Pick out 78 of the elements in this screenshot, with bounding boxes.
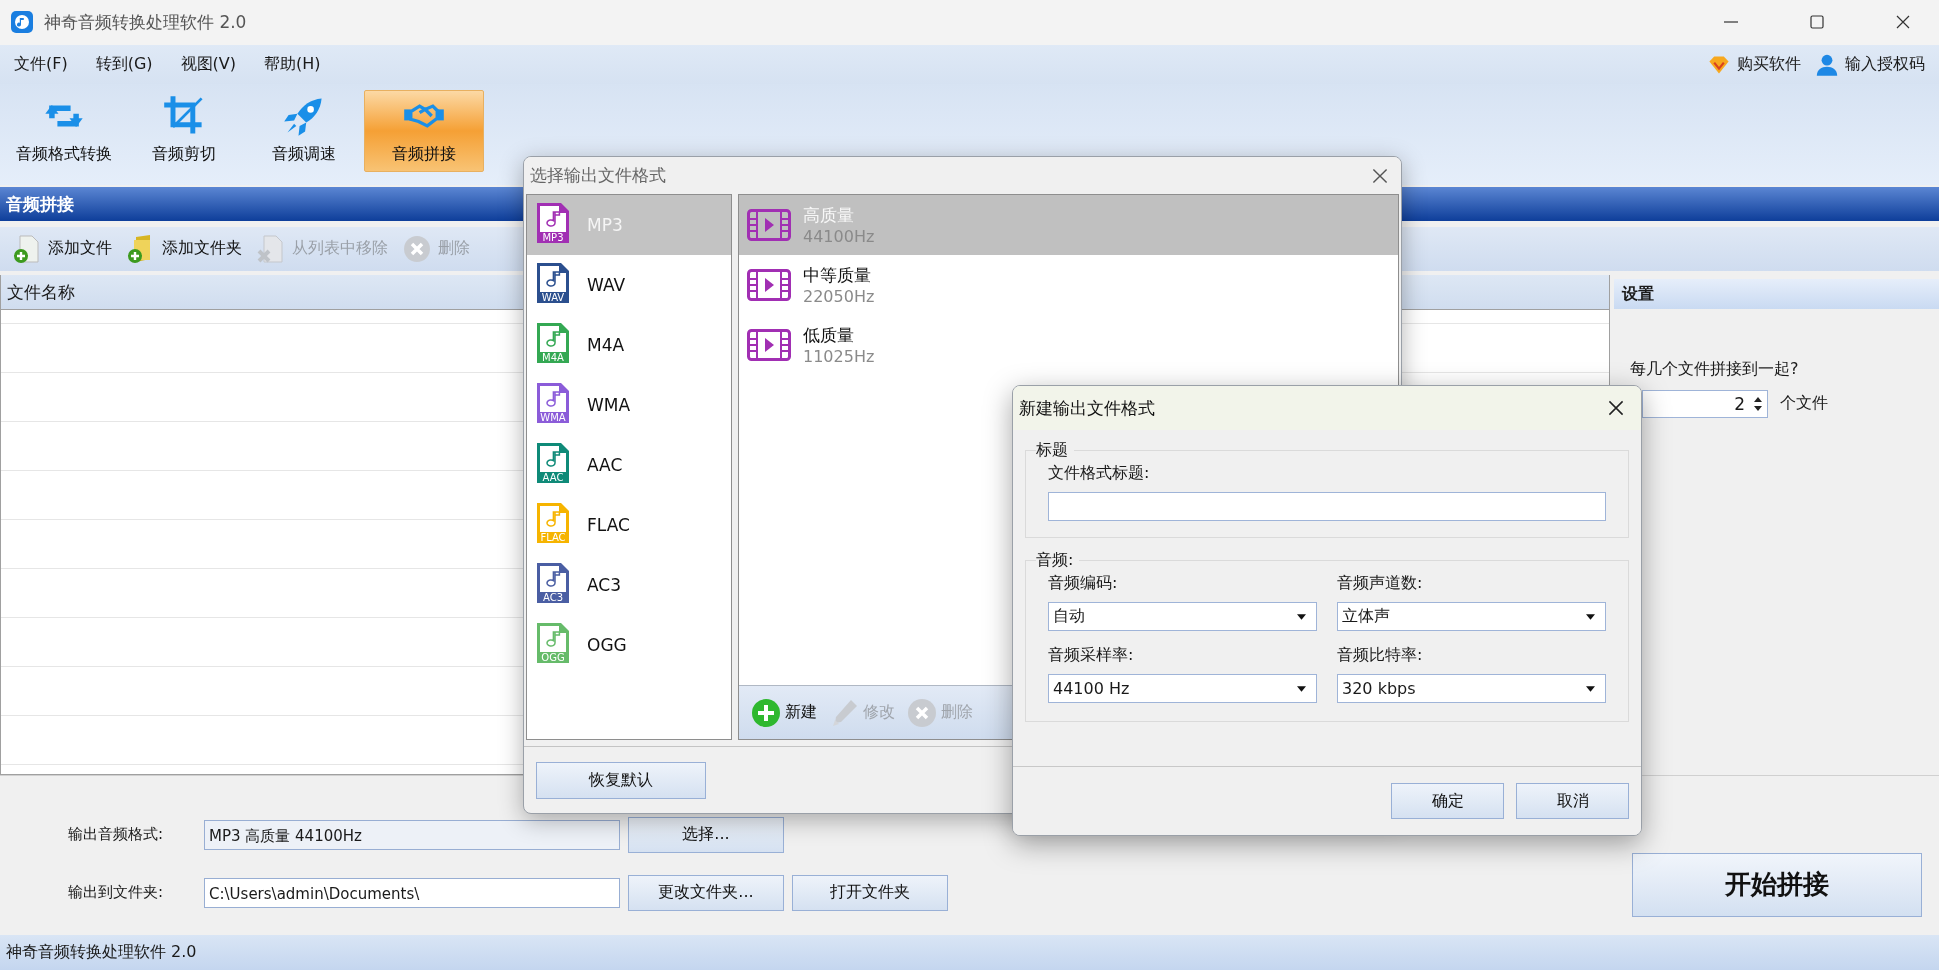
- format-label: WAV: [540, 292, 566, 303]
- dropdown[interactable]: 自动: [1048, 602, 1317, 631]
- account-link[interactable]: 输入授权码: [1845, 54, 1925, 76]
- start-button[interactable]: 开始拼接: [1632, 852, 1922, 917]
- cancel-button[interactable]: 取消: [1516, 783, 1629, 819]
- format-item[interactable]: WMA WMA: [527, 375, 731, 435]
- choose-button[interactable]: 选择...: [628, 816, 784, 853]
- account-link[interactable]: 购买软件: [1737, 54, 1801, 76]
- field-label: 文件格式标题:: [1048, 463, 1151, 484]
- format-item[interactable]: AAC AAC: [527, 435, 731, 495]
- group-title: 音频:: [1036, 550, 1075, 571]
- dialog-title: 新建输出文件格式: [1019, 396, 1155, 420]
- preset-rate: 22050Hz: [803, 287, 875, 306]
- remove-file-icon: [256, 233, 286, 264]
- field-label: 音频比特率:: [1337, 645, 1424, 666]
- add-file-icon: [12, 233, 42, 264]
- status-text: 神奇音频转换处理软件 2.0: [6, 942, 197, 964]
- film-icon: [747, 269, 791, 301]
- folder-field[interactable]: C:\Users\admin\Documents\: [204, 877, 620, 908]
- format-label: OGG: [540, 652, 566, 663]
- field-label: 输出到文件夹:: [68, 883, 165, 903]
- format-item[interactable]: FLAC FLAC: [527, 495, 731, 555]
- dialog-title: 选择输出文件格式: [530, 164, 666, 187]
- preset-item[interactable]: 低质量 11025Hz: [739, 315, 1398, 375]
- field-label: 音频编码:: [1048, 573, 1119, 594]
- mode-button[interactable]: 音频剪切: [124, 90, 244, 173]
- format-item[interactable]: WAV WAV: [527, 255, 731, 315]
- reset-button[interactable]: 恢复默认: [536, 761, 706, 799]
- format-item[interactable]: OGG OGG: [527, 615, 731, 675]
- menu-item[interactable]: 文件(F): [14, 54, 68, 76]
- preset-name: 低质量: [803, 324, 855, 347]
- format-label: MP3: [541, 232, 565, 243]
- toolbar-button[interactable]: 添加文件夹: [122, 233, 246, 264]
- ok-button[interactable]: 确定: [1391, 783, 1504, 819]
- field-label: 音频采样率:: [1048, 645, 1135, 666]
- dropdown[interactable]: 44100 Hz: [1048, 674, 1317, 703]
- setting-label: 每几个文件拼接到一起?: [1630, 358, 1800, 380]
- mode-button[interactable]: 音频调速: [244, 90, 364, 173]
- title-input[interactable]: [1048, 492, 1606, 521]
- caret-icon: [1586, 685, 1595, 692]
- number-spinner[interactable]: 2: [1642, 389, 1768, 418]
- format-field[interactable]: MP3 高质量 44100Hz: [204, 819, 620, 850]
- app-logo-icon: [10, 10, 34, 35]
- preset-item[interactable]: 中等质量 22050Hz: [739, 255, 1398, 315]
- field-label: 音频声道数:: [1337, 573, 1424, 594]
- dropdown[interactable]: 立体声: [1337, 602, 1606, 631]
- dropdown[interactable]: 320 kbps: [1337, 674, 1606, 703]
- format-label: M4A: [541, 352, 565, 363]
- toolbar-button[interactable]: 添加文件: [8, 233, 116, 264]
- mode-button[interactable]: 音频拼接: [364, 90, 484, 173]
- action-button[interactable]: 新建: [747, 697, 821, 728]
- unit-label: 个文件: [1780, 393, 1828, 415]
- caret-icon: [1586, 613, 1595, 620]
- format-label: FLAC: [539, 532, 567, 543]
- format-item[interactable]: AC3 AC3: [527, 555, 731, 615]
- film-icon: [747, 209, 791, 241]
- format-label: WMA: [539, 412, 567, 423]
- window-title: 神奇音频转换处理软件 2.0: [44, 10, 247, 34]
- preset-rate: 11025Hz: [803, 347, 875, 366]
- group-title: 标题: [1036, 440, 1069, 461]
- panel-header: 设置: [1614, 278, 1939, 309]
- change-folder-button[interactable]: 更改文件夹...: [628, 874, 784, 911]
- mode-button[interactable]: 音频格式转换: [4, 90, 124, 173]
- delete-icon: [907, 697, 937, 728]
- preset-name: 中等质量: [803, 264, 872, 287]
- menu-item[interactable]: 转到(G): [95, 54, 153, 76]
- format-label: AC3: [542, 592, 564, 603]
- film-icon: [747, 329, 791, 361]
- user-icon: [1815, 52, 1839, 77]
- open-folder-button[interactable]: 打开文件夹: [792, 874, 948, 911]
- caret-icon: [1297, 613, 1306, 620]
- plus-icon: [751, 697, 781, 728]
- format-label: AAC: [541, 472, 565, 483]
- field-label: 输出音频格式:: [68, 825, 165, 845]
- format-item[interactable]: M4A M4A: [527, 315, 731, 375]
- delete-icon: [402, 233, 432, 264]
- menu-item[interactable]: 帮助(H): [264, 54, 321, 76]
- menu-item[interactable]: 视图(V): [180, 54, 236, 76]
